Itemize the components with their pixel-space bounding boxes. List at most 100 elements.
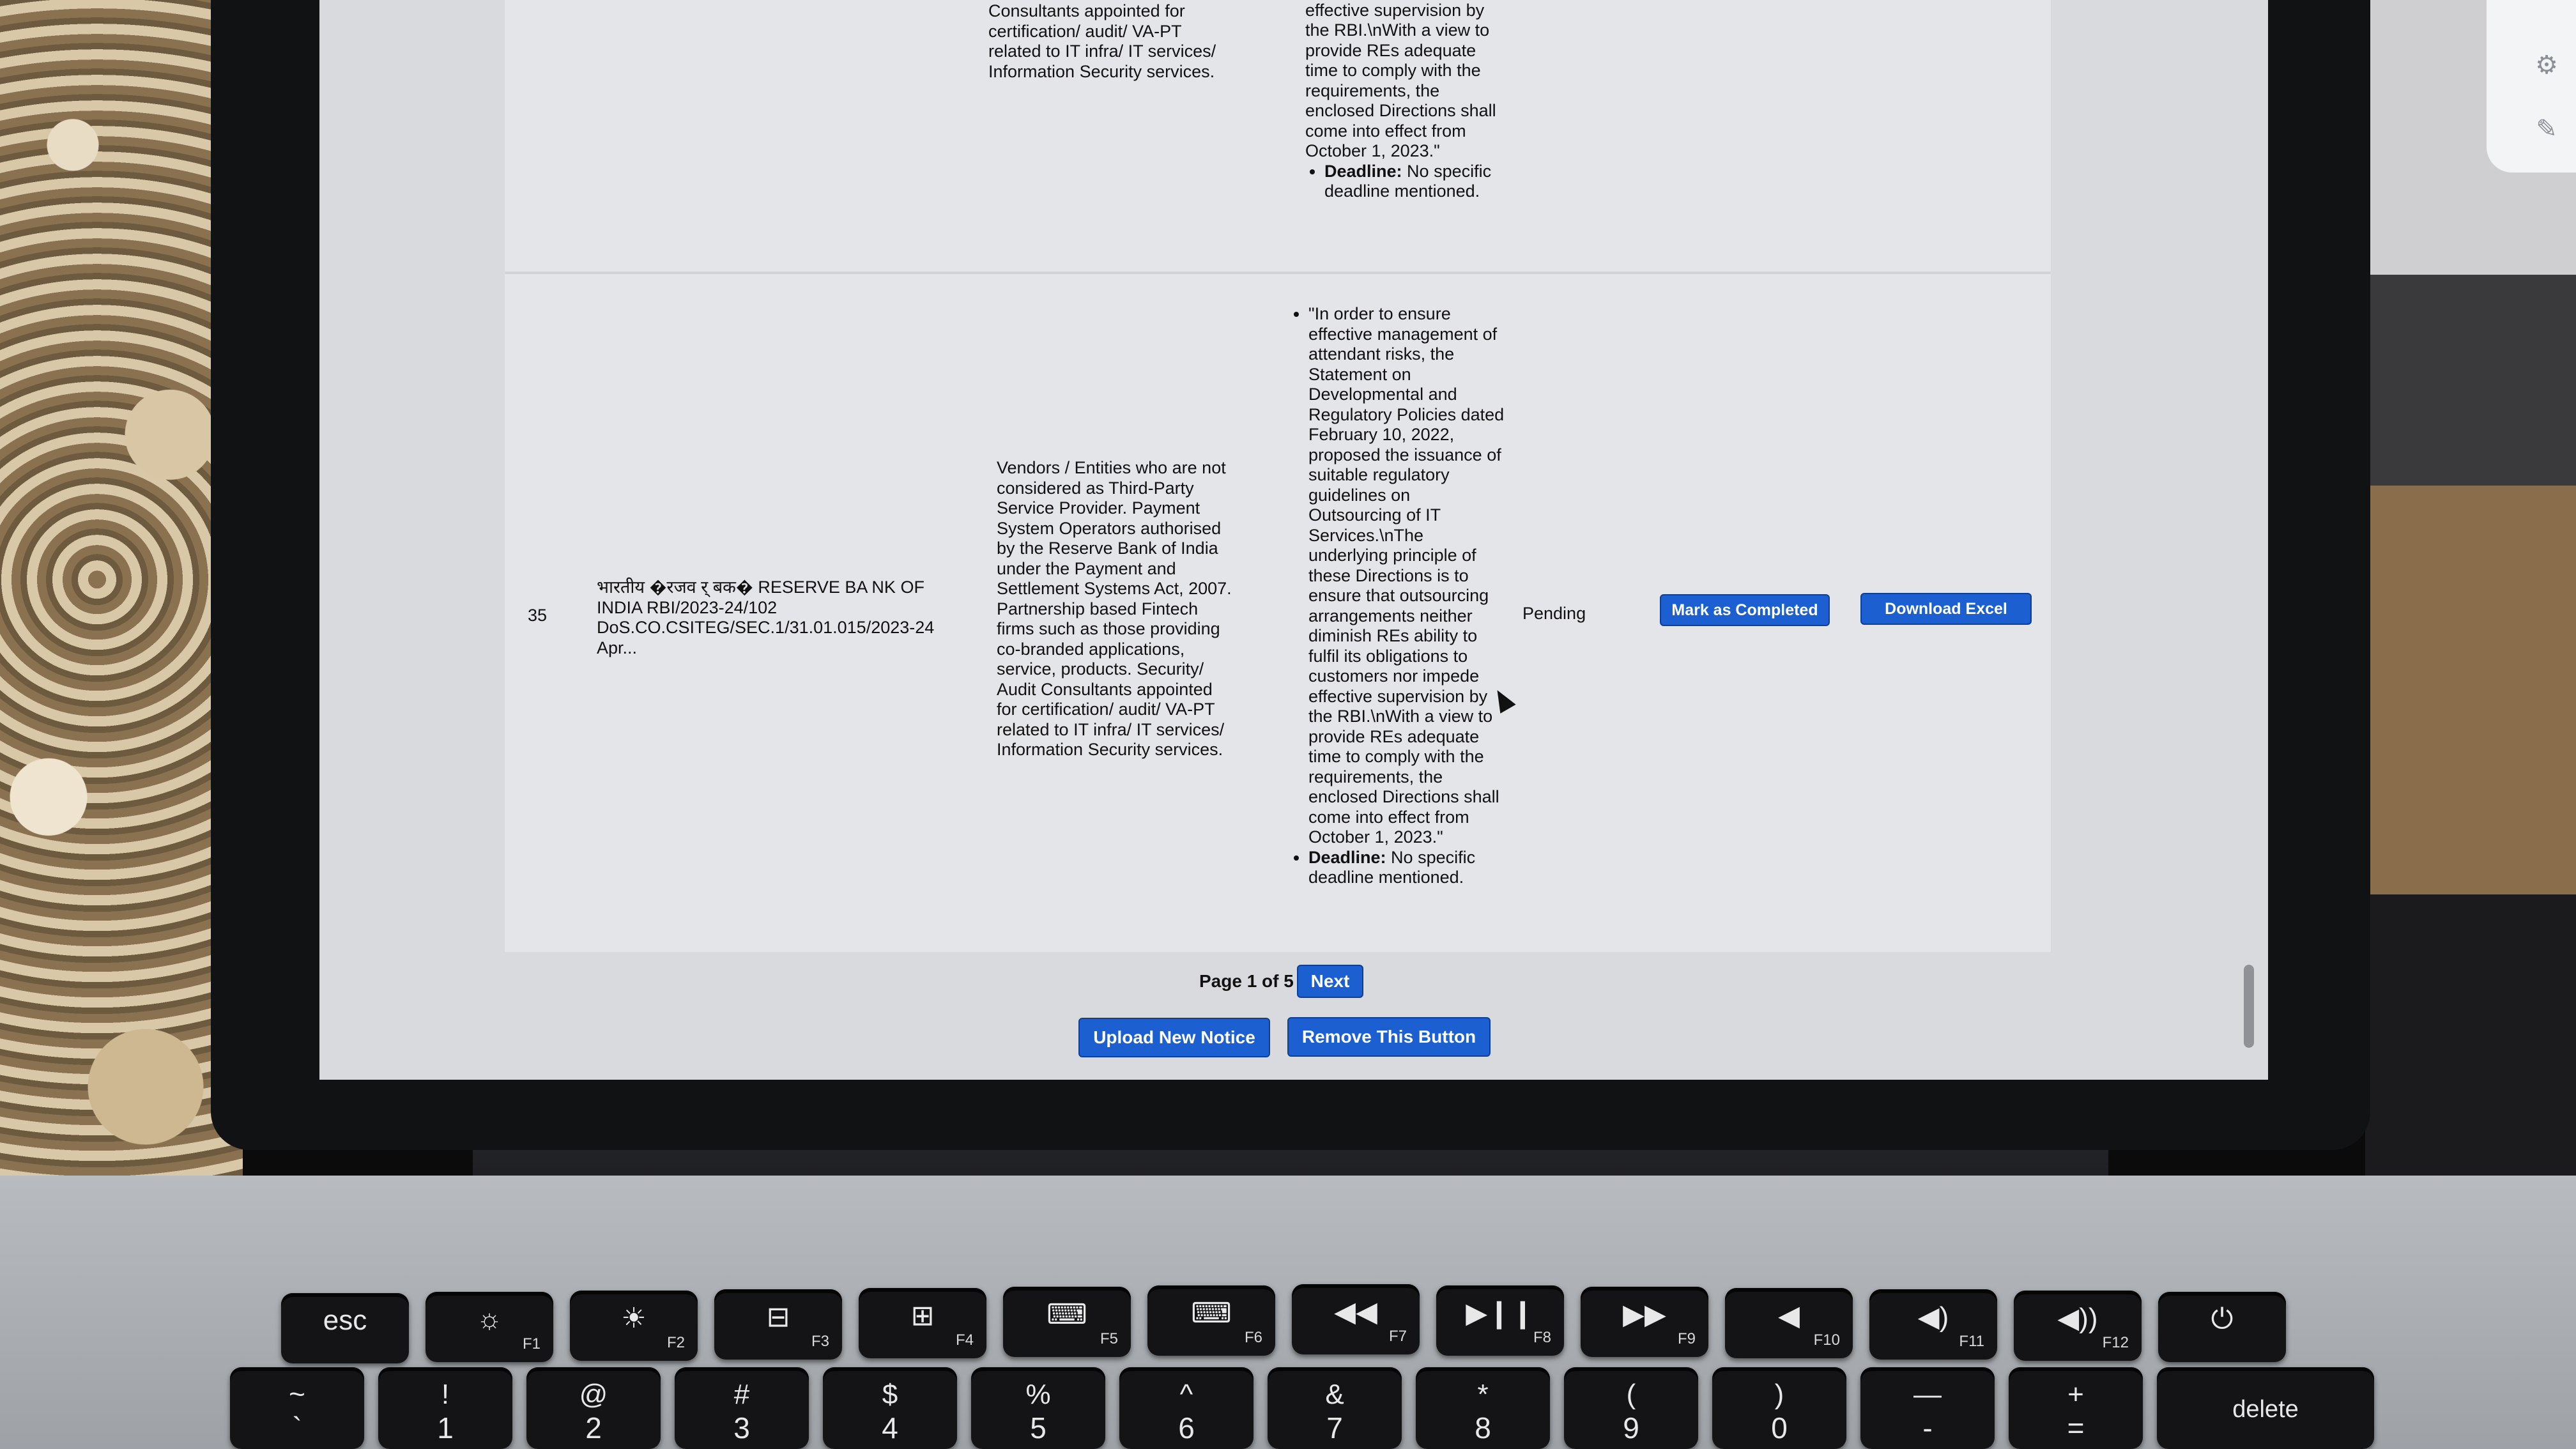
key-fn-label: F6 <box>1244 1329 1262 1346</box>
feedback-icon: ✎ <box>2536 115 2557 143</box>
key-base-label: delete <box>2232 1396 2299 1423</box>
key-fn-label: F8 <box>1533 1329 1551 1346</box>
prev-deadline-item: Deadline: No specific deadline mentioned… <box>1324 162 1510 202</box>
key-num-12[interactable]: + = <box>2009 1367 2143 1449</box>
prev-deadline-label: Deadline: <box>1324 161 1402 181</box>
gear-icon: ⚙ <box>2535 51 2558 79</box>
key-fn-label: F10 <box>1813 1331 1840 1349</box>
key-base-label: 6 <box>1178 1411 1195 1445</box>
key-shift-label: ) <box>1774 1379 1784 1410</box>
deadline-item: Deadline: No specific deadline mentioned… <box>1308 848 1508 888</box>
key-num-6[interactable]: ^ 6 <box>1119 1367 1254 1449</box>
key-base-label: = <box>2067 1411 2085 1445</box>
key-shift-label: ( <box>1626 1379 1636 1410</box>
key-main-label: ⏻ <box>2211 1303 2234 1335</box>
key-num-1[interactable]: ! 1 <box>378 1367 512 1449</box>
external-monitor-corner: ⚙ ✎ <box>2487 0 2576 172</box>
mark-completed-button[interactable]: Mark as Completed <box>1660 594 1830 626</box>
key-num-3[interactable]: #3 <box>675 1367 809 1449</box>
deadline-label: Deadline: <box>1308 847 1386 867</box>
key-num-5[interactable]: % 5 <box>971 1367 1105 1449</box>
key-shift-label: ! <box>441 1379 450 1410</box>
key-shift-label: + <box>2067 1379 2084 1410</box>
key-f6[interactable]: ⌨ F6 <box>1147 1285 1275 1356</box>
key-base-label: 4 <box>882 1411 898 1445</box>
key-base-label: - <box>1922 1411 1933 1445</box>
key-base-label: 3 <box>733 1411 750 1445</box>
notice-title: भारतीय �रजव र् बक� RESERVE BA NK OF INDI… <box>597 578 935 657</box>
key-fn-label: F3 <box>811 1333 829 1350</box>
key-fn-label: F7 <box>1388 1328 1407 1345</box>
key-f5[interactable]: ⌨ F5 <box>1003 1287 1131 1357</box>
key-main-label: ◀◀ <box>1334 1296 1377 1328</box>
key-main-label: ◀ <box>1778 1300 1800 1331</box>
key-base-label: 1 <box>437 1411 454 1445</box>
notice-table <box>505 0 2051 952</box>
key-fn-label: F4 <box>955 1331 974 1349</box>
key-base-label: 7 <box>1326 1411 1343 1445</box>
key-base-label: ` <box>292 1411 302 1445</box>
key-base-label: 0 <box>1771 1411 1788 1445</box>
key-num-0[interactable]: ~ ` <box>230 1367 364 1449</box>
row-number: 35 <box>528 606 548 625</box>
browser-screen: Consultants appointed for certification/… <box>319 0 2268 1080</box>
key-shift-label: # <box>733 1379 750 1410</box>
key-fn-label: F5 <box>1100 1330 1118 1347</box>
remove-button[interactable]: Remove This Button <box>1287 1017 1491 1057</box>
key-num-9[interactable]: (9 <box>1564 1367 1698 1449</box>
key-base-label: 8 <box>1475 1411 1491 1445</box>
key-num-10[interactable]: ) 0 <box>1712 1367 1846 1449</box>
key-fn-label: F9 <box>1677 1330 1696 1347</box>
key-num-2[interactable]: @2 <box>526 1367 661 1449</box>
key-main-label: ⌨ <box>1046 1299 1087 1330</box>
applicability-text: Vendors / Entities who are not considere… <box>997 458 1232 759</box>
key-fn-label: F12 <box>2102 1334 2129 1351</box>
key-base-label: 5 <box>1030 1411 1046 1445</box>
key-f9[interactable]: ▶▶ F9 <box>1581 1287 1708 1357</box>
key-f10[interactable]: ◀ F10 <box>1725 1288 1853 1358</box>
key-f4[interactable]: ⊞ F4 <box>859 1288 986 1358</box>
download-excel-button[interactable]: Download Excel <box>1860 593 2032 625</box>
key-main-label: ☼ <box>476 1303 503 1335</box>
key-f7[interactable]: ◀◀ F7 <box>1292 1284 1420 1354</box>
key-main-label: ◀)) <box>2057 1303 2098 1334</box>
key-main-label: ⊞ <box>910 1300 935 1331</box>
key-power[interactable]: ⏻ <box>2158 1292 2286 1362</box>
key-num-4[interactable]: $4 <box>823 1367 957 1449</box>
status-text: Pending <box>1522 604 1586 623</box>
key-f12[interactable]: ◀)) F12 <box>2014 1291 2142 1361</box>
key-shift-label: % <box>1025 1379 1051 1410</box>
key-base-label: 9 <box>1623 1411 1639 1445</box>
key-num-8[interactable]: * 8 <box>1416 1367 1550 1449</box>
summary-list: "In order to ensure effective management… <box>1289 304 1508 888</box>
key-main-label: ⊟ <box>766 1301 790 1333</box>
key-f2[interactable]: ☀ F2 <box>570 1291 698 1361</box>
key-num-7[interactable]: & 7 <box>1268 1367 1402 1449</box>
key-num-11[interactable]: — - <box>1860 1367 1995 1449</box>
key-shift-label: ~ <box>289 1379 305 1410</box>
key-f3[interactable]: ⊟ F3 <box>714 1289 842 1360</box>
key-shift-label: $ <box>882 1379 898 1410</box>
key-shift-label: @ <box>579 1379 608 1410</box>
prev-row-applicability: Consultants appointed for certification/… <box>988 1 1216 81</box>
key-f1[interactable]: ☼ F1 <box>425 1292 553 1362</box>
key-main-label: ▶❙❙ <box>1466 1298 1535 1329</box>
key-main-label: ▶▶ <box>1623 1299 1666 1330</box>
key-delete[interactable]: delete <box>2157 1367 2374 1449</box>
key-f11[interactable]: ◀) F11 <box>1869 1289 1997 1360</box>
key-shift-label: ^ <box>1179 1379 1193 1410</box>
key-shift-label: & <box>1325 1379 1344 1410</box>
page-indicator: Page 1 of 5 <box>1199 971 1294 991</box>
page-scrollbar[interactable] <box>2244 965 2254 1048</box>
key-shift-label: * <box>1477 1379 1489 1410</box>
key-shift-label: — <box>1913 1379 1942 1410</box>
key-esc[interactable]: esc <box>281 1293 409 1363</box>
upload-notice-button[interactable]: Upload New Notice <box>1078 1018 1270 1057</box>
next-page-button[interactable]: Next <box>1297 965 1363 998</box>
key-fn-label: F1 <box>522 1335 540 1353</box>
prev-summary-text: customers nor impede effective supervisi… <box>1305 0 1496 161</box>
key-f8[interactable]: ▶❙❙ F8 <box>1436 1285 1564 1356</box>
key-main-label: esc <box>323 1305 367 1336</box>
summary-item: "In order to ensure effective management… <box>1308 304 1508 848</box>
key-main-label: ☀ <box>621 1303 647 1334</box>
